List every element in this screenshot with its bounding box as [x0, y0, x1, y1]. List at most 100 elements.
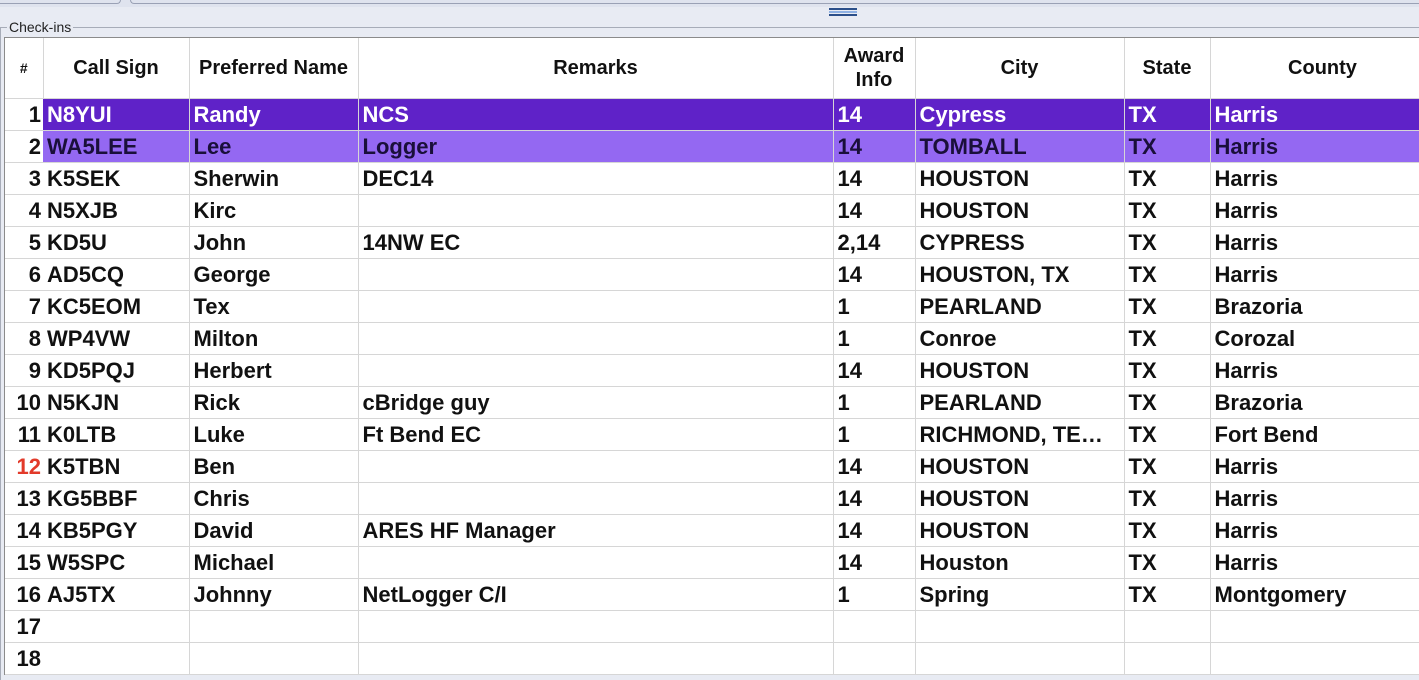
cell-call[interactable]: K5TBN — [43, 450, 190, 483]
cell-name[interactable]: Tex — [189, 290, 359, 323]
table-row[interactable]: 10 N5KJN Rick cBridge guy 1 PEARLAND TX Brazori… — [5, 386, 1419, 419]
cell-city[interactable]: PEARLAND — [915, 386, 1125, 419]
cell-call[interactable]: WP4VW — [43, 322, 190, 355]
cell-remarks[interactable] — [358, 322, 834, 355]
table-row[interactable]: 4 N5XJB Kirc 14 HOUSTON TX Harris — [5, 194, 1419, 227]
cell-award[interactable]: 14 — [833, 258, 916, 291]
cell-name[interactable]: Chris — [189, 482, 359, 515]
table-row[interactable]: 11 K0LTB Luke Ft Bend EC 1 RICHMOND, TE… TX For… — [5, 418, 1419, 451]
column-header-county[interactable]: County — [1210, 38, 1419, 99]
cell-name[interactable]: Lee — [189, 130, 359, 163]
column-header-call-sign[interactable]: Call Sign — [43, 38, 190, 99]
checkins-grid[interactable]: # Call Sign Preferred Name Remarks Award… — [4, 37, 1419, 675]
cell-remarks[interactable] — [358, 354, 834, 387]
cell-call[interactable] — [43, 610, 190, 643]
cell-name[interactable]: John — [189, 226, 359, 259]
cell-county[interactable]: Harris — [1210, 546, 1419, 579]
table-row[interactable]: 9 KD5PQJ Herbert 14 HOUSTON TX Harris — [5, 354, 1419, 387]
cell-call[interactable]: K0LTB — [43, 418, 190, 451]
cell-county[interactable]: Harris — [1210, 514, 1419, 547]
cell-call[interactable]: AJ5TX — [43, 578, 190, 611]
cell-city[interactable]: TOMBALL — [915, 130, 1125, 163]
cell-county[interactable] — [1210, 610, 1419, 643]
cell-county[interactable]: Harris — [1210, 354, 1419, 387]
cell-city[interactable]: HOUSTON, TX — [915, 258, 1125, 291]
cell-remarks[interactable] — [358, 642, 834, 675]
splitter-handle-icon[interactable] — [829, 8, 857, 16]
column-header-preferred-name[interactable]: Preferred Name — [189, 38, 359, 99]
cell-award[interactable]: 1 — [833, 578, 916, 611]
table-row[interactable]: 6 AD5CQ George 14 HOUSTON, TX TX Harris — [5, 258, 1419, 291]
cell-name[interactable]: Sherwin — [189, 162, 359, 195]
column-header-num[interactable]: # — [5, 38, 44, 99]
cell-remarks[interactable]: Logger — [358, 130, 834, 163]
table-row[interactable]: 14 KB5PGY David ARES HF Manager 14 HOUSTON TX H… — [5, 514, 1419, 547]
cell-state[interactable]: TX — [1124, 162, 1211, 195]
cell-call[interactable] — [43, 642, 190, 675]
cell-state[interactable]: TX — [1124, 290, 1211, 323]
cell-county[interactable]: Harris — [1210, 258, 1419, 291]
cell-county[interactable]: Harris — [1210, 194, 1419, 227]
cell-award[interactable]: 14 — [833, 482, 916, 515]
cell-award[interactable]: 1 — [833, 418, 916, 451]
column-header-city[interactable]: City — [915, 38, 1125, 99]
cell-award[interactable]: 14 — [833, 514, 916, 547]
cell-city[interactable]: HOUSTON — [915, 162, 1125, 195]
cell-remarks[interactable]: DEC14 — [358, 162, 834, 195]
cell-award[interactable]: 14 — [833, 130, 916, 163]
cell-county[interactable]: Montgomery — [1210, 578, 1419, 611]
cell-city[interactable]: Houston — [915, 546, 1125, 579]
cell-county[interactable]: Brazoria — [1210, 386, 1419, 419]
cell-city[interactable]: Cypress — [915, 98, 1125, 131]
cell-award[interactable] — [833, 610, 916, 643]
cell-call[interactable]: N5XJB — [43, 194, 190, 227]
cell-county[interactable]: Harris — [1210, 98, 1419, 131]
table-row[interactable]: 7 KC5EOM Tex 1 PEARLAND TX Brazoria — [5, 290, 1419, 323]
cell-state[interactable]: TX — [1124, 546, 1211, 579]
table-row[interactable]: 1 N8YUI Randy NCS 14 Cypress TX Harris — [5, 98, 1419, 131]
cell-call[interactable]: KC5EOM — [43, 290, 190, 323]
cell-call[interactable]: WA5LEE — [43, 130, 190, 163]
cell-remarks[interactable] — [358, 194, 834, 227]
cell-award[interactable]: 14 — [833, 98, 916, 131]
cell-award[interactable]: 14 — [833, 354, 916, 387]
cell-remarks[interactable]: Ft Bend EC — [358, 418, 834, 451]
cell-city[interactable]: HOUSTON — [915, 194, 1125, 227]
table-row[interactable]: 2 WA5LEE Lee Logger 14 TOMBALL TX Harris — [5, 130, 1419, 163]
cell-name[interactable]: Johnny — [189, 578, 359, 611]
cell-name[interactable] — [189, 642, 359, 675]
cell-name[interactable]: Ben — [189, 450, 359, 483]
cell-award[interactable] — [833, 642, 916, 675]
cell-award[interactable]: 14 — [833, 162, 916, 195]
cell-state[interactable] — [1124, 610, 1211, 643]
cell-award[interactable]: 14 — [833, 194, 916, 227]
cell-name[interactable]: George — [189, 258, 359, 291]
cell-remarks[interactable] — [358, 290, 834, 323]
cell-call[interactable]: K5SEK — [43, 162, 190, 195]
cell-call[interactable]: KD5U — [43, 226, 190, 259]
cell-state[interactable]: TX — [1124, 514, 1211, 547]
cell-state[interactable]: TX — [1124, 354, 1211, 387]
table-row[interactable]: 16 AJ5TX Johnny NetLogger C/I 1 Spring TX Montg… — [5, 578, 1419, 611]
cell-call[interactable]: N8YUI — [43, 98, 190, 131]
cell-call[interactable]: N5KJN — [43, 386, 190, 419]
cell-city[interactable]: HOUSTON — [915, 482, 1125, 515]
cell-state[interactable]: TX — [1124, 98, 1211, 131]
cell-state[interactable]: TX — [1124, 450, 1211, 483]
table-row[interactable]: 8 WP4VW Milton 1 Conroe TX Corozal — [5, 322, 1419, 355]
cell-award[interactable]: 14 — [833, 450, 916, 483]
table-row[interactable]: 15 W5SPC Michael 14 Houston TX Harris — [5, 546, 1419, 579]
cell-city[interactable]: PEARLAND — [915, 290, 1125, 323]
table-row[interactable]: 12 K5TBN Ben 14 HOUSTON TX Harris — [5, 450, 1419, 483]
table-row[interactable]: 18 — [5, 642, 1419, 675]
cell-county[interactable]: Corozal — [1210, 322, 1419, 355]
cell-remarks[interactable] — [358, 546, 834, 579]
cell-state[interactable]: TX — [1124, 386, 1211, 419]
cell-award[interactable]: 14 — [833, 546, 916, 579]
cell-remarks[interactable]: NetLogger C/I — [358, 578, 834, 611]
cell-city[interactable] — [915, 610, 1125, 643]
cell-remarks[interactable]: NCS — [358, 98, 834, 131]
cell-city[interactable]: RICHMOND, TE… — [915, 418, 1125, 451]
cell-remarks[interactable] — [358, 258, 834, 291]
cell-state[interactable]: TX — [1124, 194, 1211, 227]
